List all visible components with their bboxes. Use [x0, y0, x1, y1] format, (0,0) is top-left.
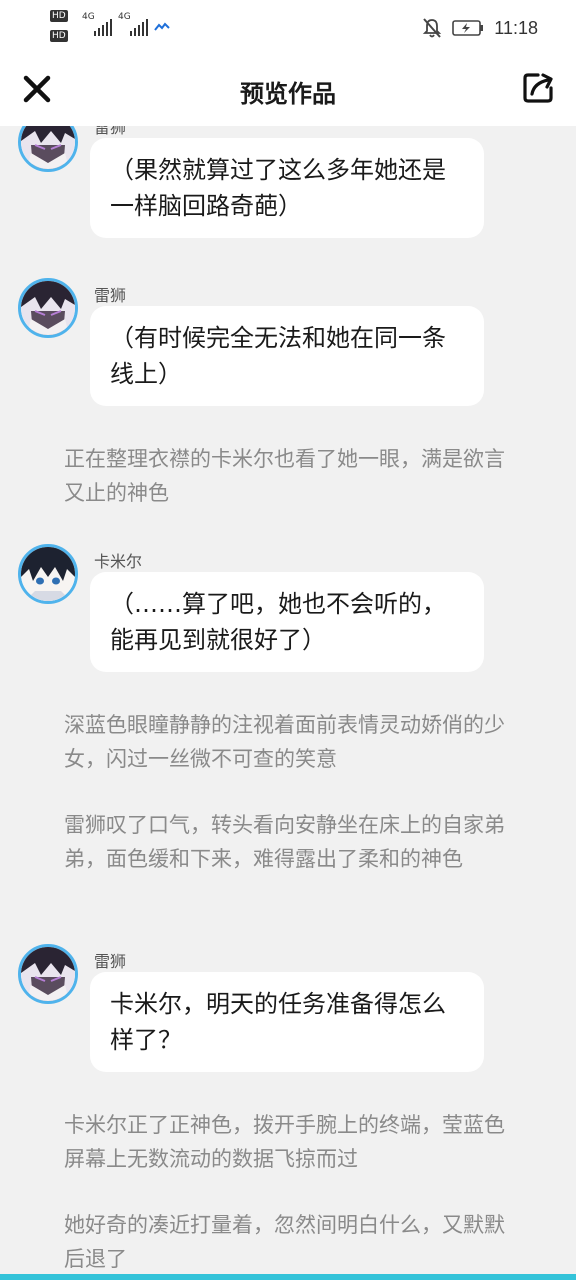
speaker-name: 雷狮	[94, 952, 127, 971]
dialogue-text: （果然就算过了这么多年她还是一样脑回路奇葩）	[110, 156, 446, 220]
status-icons-left: HD HD 4G 4G	[50, 10, 190, 50]
narration-text: 雷狮叹了口气，转头看向安静坐在床上的自家弟弟，面色缓和下来，难得露出了柔和的神色	[64, 813, 505, 871]
narration-text: 卡米尔正了正神色，拨开手腕上的终端，莹蓝色屏幕上无数流动的数据飞掠而过	[64, 1113, 505, 1171]
bottom-accent-bar	[0, 1274, 576, 1280]
dialogue-bubble: （有时候完全无法和她在同一条线上）	[90, 306, 484, 406]
leishi-avatar	[18, 278, 78, 338]
speaker-name: 雷狮	[94, 126, 127, 137]
narration-text: 正在整理衣襟的卡米尔也看了她一眼，满是欲言又止的神色	[64, 447, 505, 505]
network-label-1: 4G	[82, 12, 95, 22]
page-title: 预览作品	[240, 80, 336, 108]
hd-badge-2: HD	[50, 30, 68, 42]
dialogue-text: （有时候完全无法和她在同一条线上）	[110, 324, 446, 388]
dialogue-text: 卡米尔，明天的任务准备得怎么样了？	[110, 990, 446, 1054]
top-bar: 预览作品	[0, 56, 576, 126]
signal-icon-2	[130, 18, 148, 36]
narration-text: 深蓝色眼瞳静静的注视着面前表情灵动娇俏的少女，闪过一丝微不可查的笑意	[64, 713, 505, 771]
status-icons-right: 11:18	[422, 14, 538, 42]
mute-bell-icon	[423, 18, 442, 38]
story-preview[interactable]: 雷狮 （果然就算过了这么多年她还是一样脑回路奇葩） 雷狮 （有时候完全无法和她在…	[0, 126, 576, 1274]
status-bar: HD HD 4G 4G 11:18	[0, 0, 576, 56]
share-icon[interactable]	[520, 70, 556, 106]
clock: 11:18	[494, 17, 538, 38]
leishi-avatar	[18, 126, 78, 172]
speaker-name: 雷狮	[94, 286, 127, 305]
leishi-avatar	[18, 944, 78, 1004]
signal-icon-1	[94, 18, 112, 36]
speaker-name: 卡米尔	[94, 552, 143, 571]
narration-text: 她好奇的凑近打量着，忽然间明白什么，又默默后退了	[64, 1213, 505, 1271]
dialogue-bubble: （果然就算过了这么多年她还是一样脑回路奇葩）	[90, 138, 484, 238]
dialogue-text: （……算了吧，她也不会听的，能再见到就很好了）	[110, 590, 446, 654]
dialogue-bubble: 卡米尔，明天的任务准备得怎么样了？	[90, 972, 484, 1072]
network-label-2: 4G	[118, 12, 131, 22]
kamier-avatar	[18, 544, 78, 604]
battery-charging-icon	[452, 20, 484, 36]
data-activity-icon	[154, 22, 170, 31]
dialogue-bubble: （……算了吧，她也不会听的，能再见到就很好了）	[90, 572, 484, 672]
hd-badge-1: HD	[50, 10, 68, 22]
